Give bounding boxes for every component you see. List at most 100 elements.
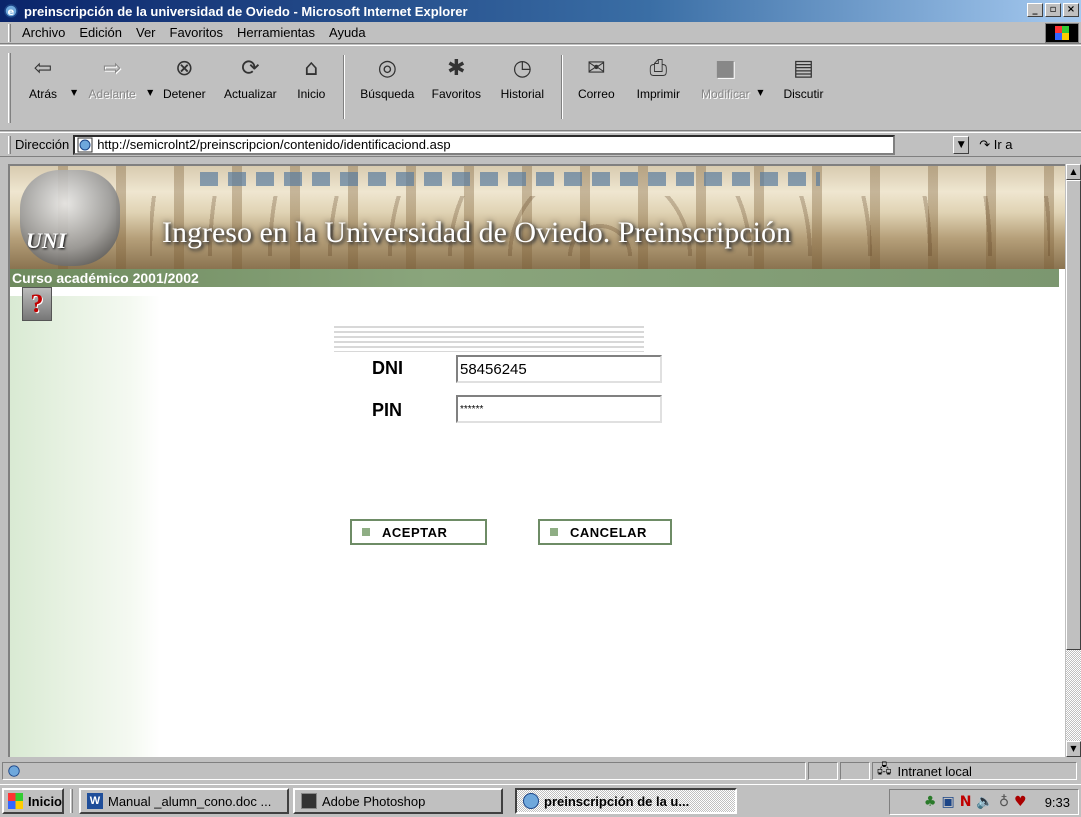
word-icon: W [87, 793, 103, 809]
course-text: Curso académico 2001/2002 [12, 270, 199, 286]
go-label: Ir a [993, 136, 1013, 152]
address-label: Dirección [15, 137, 70, 152]
menu-ayuda[interactable]: Ayuda [322, 25, 373, 40]
edit-button[interactable]: ■ Modificar [693, 49, 757, 125]
address-grip[interactable] [8, 135, 11, 154]
history-button[interactable]: ◷ Historial [489, 49, 555, 125]
home-label: Inicio [297, 87, 326, 101]
discuss-icon: ▤ [793, 55, 814, 81]
status-bar: 🖧 Intranet local [0, 760, 1081, 782]
form-decorative-lines [334, 326, 644, 352]
cancel-button[interactable]: CANCELAR [538, 519, 672, 545]
stop-label: Detener [162, 87, 206, 101]
standard-toolbar: ⇦ Atrás ▼ ⇨ Adelante ▼ ⊗ Detener ⟳ Actua… [0, 45, 1081, 131]
monitor-icon[interactable]: ▣ [941, 794, 954, 810]
back-label: Atrás [28, 87, 57, 101]
norton-icon[interactable]: N [960, 794, 972, 810]
scroll-thumb[interactable] [1066, 180, 1081, 650]
volume-icon[interactable]: 🔈 [976, 794, 993, 810]
task-word-document[interactable]: W Manual _alumn_cono.doc ... [79, 788, 289, 814]
stop-button[interactable]: ⊗ Detener [153, 49, 215, 125]
home-button[interactable]: ⌂ Inicio [285, 49, 337, 125]
scroll-up-icon[interactable]: ▲ [1066, 164, 1081, 180]
refresh-icon: ⟳ [241, 55, 260, 81]
taskbar: Inicio W Manual _alumn_cono.doc ... Adob… [0, 784, 1081, 817]
vertical-scrollbar[interactable]: ▲ ▼ [1066, 164, 1081, 757]
mail-button[interactable]: ✉ Correo [569, 49, 623, 125]
history-label: Historial [500, 87, 544, 101]
window-title: preinscripción de la universidad de Ovie… [24, 3, 468, 19]
task-internet-explorer[interactable]: preinscripción de la u... [515, 788, 737, 814]
edit-icon: ■ [714, 55, 736, 81]
menu-edicion[interactable]: Edición [72, 25, 129, 40]
network-icon[interactable]: ♣ [924, 794, 937, 810]
address-input[interactable]: http://semicrolnt2/preinscripcion/conten… [73, 134, 896, 155]
menu-favoritos[interactable]: Favoritos [163, 25, 230, 40]
menu-bar: Archivo Edición Ver Favoritos Herramient… [0, 22, 1081, 44]
scroll-down-icon[interactable]: ▼ [1066, 741, 1081, 757]
menu-archivo[interactable]: Archivo [15, 25, 72, 40]
pin-input[interactable] [456, 395, 662, 423]
mail-icon: ✉ [587, 55, 606, 81]
window-title-bar[interactable]: e preinscripción de la universidad de Ov… [0, 0, 1081, 22]
go-arrow-icon: ↷ [979, 136, 991, 152]
address-url: http://semicrolnt2/preinscripcion/conten… [97, 137, 451, 152]
favorites-icon: ✱ [447, 55, 466, 81]
task-photoshop[interactable]: Adobe Photoshop [293, 788, 503, 814]
cancel-label: CANCELAR [570, 524, 647, 540]
university-banner: UNI Ingreso en la Universidad de Oviedo.… [10, 166, 1065, 269]
home-icon: ⌂ [304, 55, 319, 81]
intranet-icon: 🖧 [877, 762, 892, 777]
back-button[interactable]: ⇦ Atrás [15, 49, 71, 125]
help-icon: ? [30, 289, 44, 318]
stop-icon: ⊗ [175, 55, 194, 81]
internet-explorer-icon [523, 793, 539, 809]
windows-logo-icon [1045, 23, 1079, 43]
task-label: preinscripción de la u... [544, 793, 690, 809]
pin-label: PIN [372, 400, 403, 420]
print-label: Imprimir [636, 87, 680, 101]
go-button[interactable]: ↷ Ir a [979, 137, 1012, 153]
toolbar-grip[interactable] [8, 53, 11, 123]
windows-logo-icon [8, 793, 24, 809]
history-icon: ◷ [512, 55, 532, 81]
toolbar-separator [561, 55, 564, 119]
forward-button[interactable]: ⇨ Adelante [77, 49, 147, 125]
left-arrow-icon: ⇦ [33, 55, 53, 81]
status-zone: 🖧 Intranet local [872, 762, 1077, 780]
search-button[interactable]: ◎ Búsqueda [351, 49, 423, 125]
edit-label: Modificar [700, 87, 750, 101]
refresh-button[interactable]: ⟳ Actualizar [215, 49, 285, 125]
status-cell [840, 762, 870, 780]
refresh-label: Actualizar [223, 87, 277, 101]
connection-icon[interactable]: ♁ [999, 794, 1009, 810]
discuss-label: Discutir [783, 87, 824, 101]
start-button[interactable]: Inicio [2, 788, 64, 814]
accept-label: ACEPTAR [382, 524, 448, 540]
task-label: Manual _alumn_cono.doc ... [108, 793, 272, 809]
discuss-button[interactable]: ▤ Discutir [763, 49, 843, 125]
dni-input[interactable] [456, 355, 662, 383]
close-button[interactable]: × [1063, 3, 1079, 17]
search-label: Búsqueda [360, 87, 415, 101]
search-icon: ◎ [377, 55, 397, 81]
address-bar: Dirección http://semicrolnt2/preinscripc… [0, 132, 1081, 157]
address-dropdown-icon[interactable]: ▼ [953, 135, 970, 154]
left-decorative-stripe [10, 296, 160, 757]
task-label: Adobe Photoshop [322, 793, 426, 809]
clock: 9:33 [1044, 794, 1070, 810]
status-main [2, 762, 806, 780]
right-arrow-icon: ⇨ [102, 55, 122, 81]
favorites-button[interactable]: ✱ Favoritos [423, 49, 489, 125]
svg-text:e: e [8, 7, 15, 18]
menu-ver[interactable]: Ver [129, 25, 163, 40]
help-button[interactable]: ? [22, 287, 52, 321]
antivirus-icon[interactable]: ♥ [1014, 794, 1027, 810]
page-icon [77, 137, 93, 152]
menu-herramientas[interactable]: Herramientas [230, 25, 322, 40]
minimize-button[interactable]: _ [1027, 3, 1043, 17]
print-button[interactable]: ⎙ Imprimir [623, 49, 693, 125]
menu-grip[interactable] [8, 23, 11, 42]
accept-button[interactable]: ACEPTAR [350, 519, 487, 545]
maximize-button[interactable]: ▫ [1045, 3, 1061, 17]
